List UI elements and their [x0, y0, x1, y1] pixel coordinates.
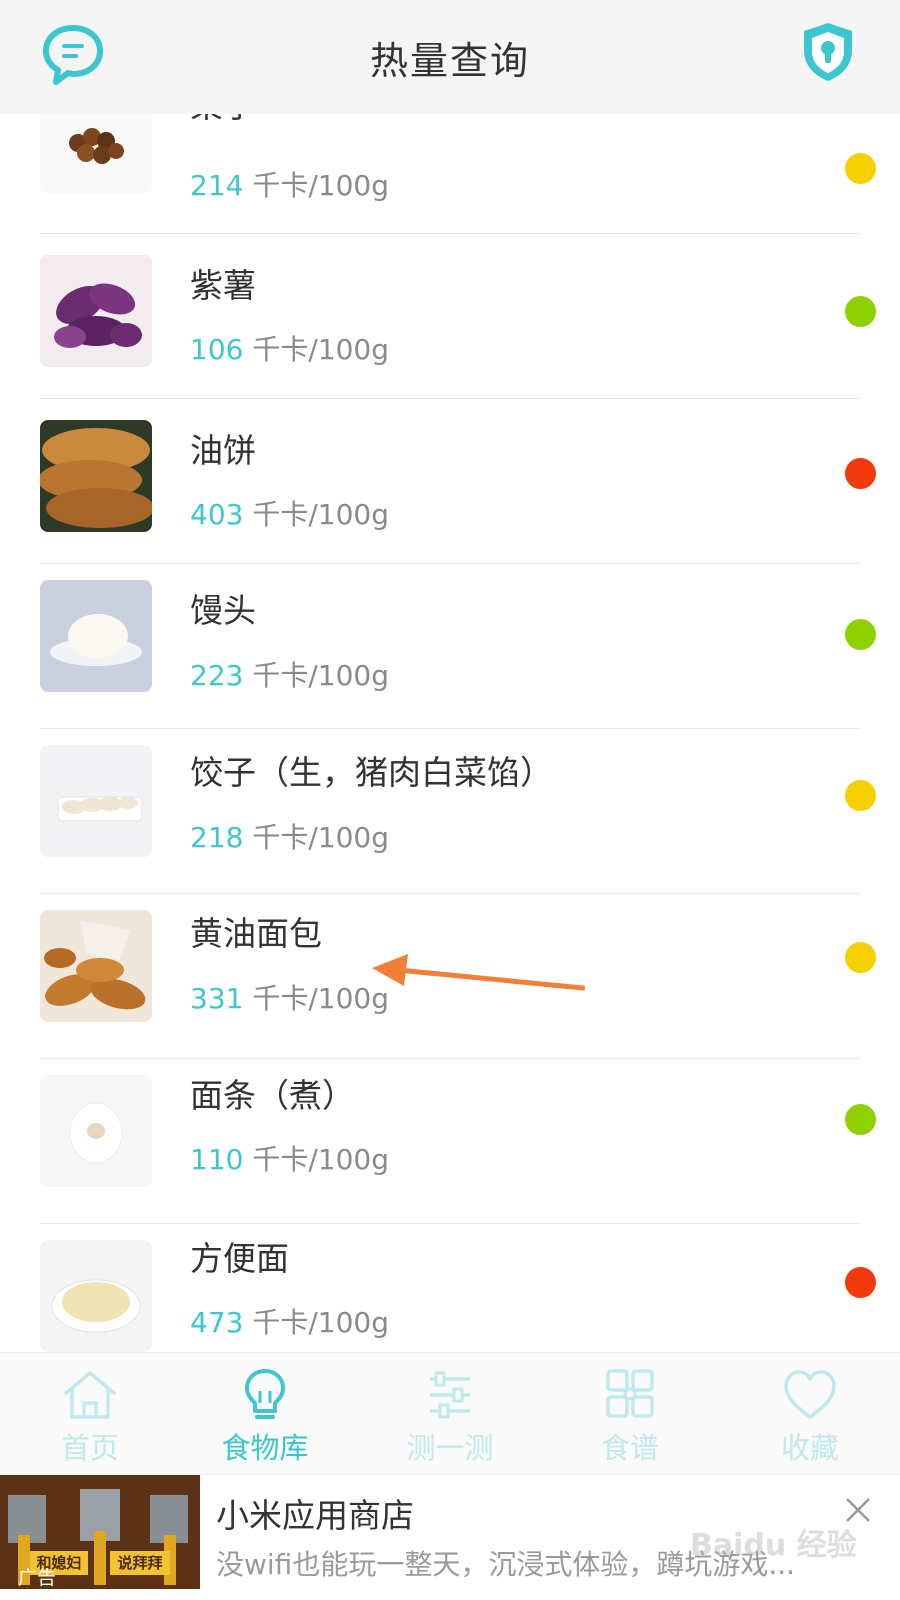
calorie-unit: 千卡/100g — [252, 498, 390, 531]
list-item[interactable]: 面条（煮） 110 千卡/100g — [0, 1059, 900, 1224]
calorie-value: 223 — [190, 659, 244, 692]
lightbulb-icon — [245, 1369, 285, 1419]
food-name: 饺子（生，猪肉白菜馅） — [190, 753, 553, 792]
food-calories: 218 千卡/100g — [190, 816, 389, 856]
list-item[interactable]: 紫薯 106 千卡/100g — [0, 234, 900, 399]
food-name: 馒头 — [190, 591, 256, 630]
calorie-unit: 千卡/100g — [252, 982, 390, 1015]
list-item[interactable]: 饺子（生，猪肉白菜馅） 218 千卡/100g — [0, 729, 900, 894]
calorie-level-dot — [845, 296, 876, 327]
calorie-level-dot — [845, 619, 876, 650]
calorie-level-dot — [845, 1267, 876, 1298]
calorie-unit: 千卡/100g — [252, 659, 390, 692]
grid-icon — [606, 1369, 654, 1418]
calorie-level-dot — [845, 942, 876, 973]
watermark: Baidu 经验 — [690, 1528, 857, 1563]
calorie-unit: 千卡/100g — [252, 333, 390, 366]
food-calories: 110 千卡/100g — [190, 1138, 389, 1178]
home-icon — [64, 1371, 116, 1419]
tab-label: 食谱 — [600, 1431, 659, 1465]
ad-image-text: 说拜拜 — [117, 1554, 162, 1572]
tab-label: 测一测 — [406, 1431, 494, 1465]
tab-home[interactable]: 首页 — [0, 1353, 180, 1475]
food-name: 面条（煮） — [190, 1076, 355, 1115]
sliders-icon — [430, 1371, 470, 1419]
tab-recipes[interactable]: 食谱 — [540, 1353, 720, 1475]
calorie-level-dot — [845, 780, 876, 811]
calorie-unit: 千卡/100g — [252, 821, 390, 854]
calorie-value: 331 — [190, 982, 244, 1015]
calorie-unit: 千卡/100g — [252, 169, 390, 202]
food-calories: 223 千卡/100g — [190, 654, 389, 694]
app-header: 热量查询 — [0, 0, 900, 114]
calorie-value: 214 — [190, 169, 244, 202]
food-name: 栗子 — [190, 114, 256, 127]
calorie-value: 403 — [190, 498, 244, 531]
list-item[interactable]: 油饼 403 千卡/100g — [0, 399, 900, 564]
calorie-level-dot — [845, 1104, 876, 1135]
food-thumbnail — [40, 580, 152, 692]
calorie-value: 110 — [190, 1143, 244, 1176]
food-calories: 331 千卡/100g — [190, 977, 389, 1017]
food-thumbnail — [40, 1075, 152, 1187]
tab-label: 收藏 — [780, 1431, 839, 1465]
ad-title[interactable]: 小米应用商店 — [216, 1489, 414, 1537]
list-item[interactable]: 方便面 473 千卡/100g — [0, 1224, 900, 1352]
food-thumbnail — [40, 114, 152, 193]
calorie-level-dot — [845, 153, 876, 184]
food-thumbnail — [40, 255, 152, 367]
list-item[interactable]: 馒头 223 千卡/100g — [0, 564, 900, 729]
food-calories: 403 千卡/100g — [190, 493, 389, 533]
food-thumbnail — [40, 910, 152, 1022]
calorie-level-dot — [845, 458, 876, 489]
food-calories: 214 千卡/100g — [190, 164, 389, 204]
calorie-unit: 千卡/100g — [252, 1143, 390, 1176]
food-calories: 473 千卡/100g — [190, 1301, 389, 1341]
heart-icon — [784, 1370, 836, 1419]
food-name: 油饼 — [190, 431, 256, 470]
food-thumbnail — [40, 1240, 152, 1352]
food-list: 栗子 214 千卡/100g 紫薯 106 千卡/100g — [0, 114, 900, 1352]
tab-label: 首页 — [60, 1431, 119, 1465]
tab-favorites[interactable]: 收藏 — [720, 1353, 900, 1475]
shield-lock-icon[interactable] — [800, 20, 856, 84]
bottom-tab-bar: 首页 食物库 测一测 食谱 收藏 — [0, 1352, 900, 1475]
tab-test[interactable]: 测一测 — [360, 1353, 540, 1475]
tab-label: 食物库 — [221, 1431, 309, 1465]
food-thumbnail — [40, 745, 152, 857]
tab-food-library[interactable]: 食物库 — [175, 1353, 355, 1475]
calorie-value: 218 — [190, 821, 244, 854]
ad-image[interactable]: 和媳妇 说拜拜 广告 — [0, 1475, 200, 1589]
calorie-value: 106 — [190, 333, 244, 366]
food-thumbnail — [40, 420, 152, 532]
calorie-value: 473 — [190, 1306, 244, 1339]
list-item[interactable]: 栗子 214 千卡/100g — [0, 114, 900, 234]
annotation-arrow — [372, 954, 585, 991]
ad-tag: 广告 — [18, 1567, 57, 1589]
food-name: 方便面 — [190, 1239, 289, 1278]
food-name: 紫薯 — [190, 266, 256, 305]
food-calories: 106 千卡/100g — [190, 328, 389, 368]
food-name: 黄油面包 — [190, 914, 322, 953]
page-title: 热量查询 — [369, 39, 530, 83]
calorie-unit: 千卡/100g — [252, 1306, 390, 1339]
